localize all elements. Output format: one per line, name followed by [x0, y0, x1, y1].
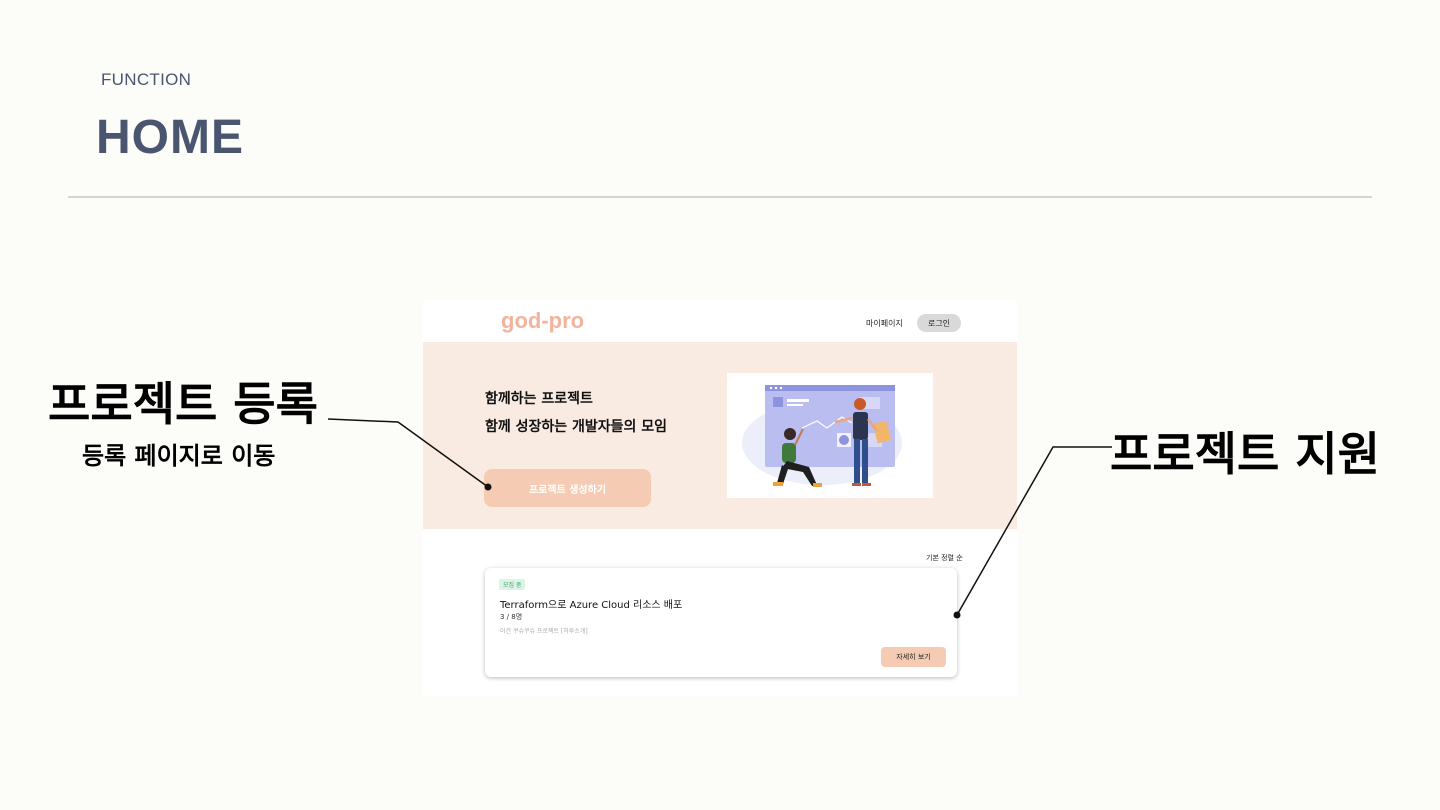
sort-dropdown[interactable]: 기본 정렬 순 — [926, 553, 963, 563]
annotation-apply-project: 프로젝트 지원 — [1110, 427, 1380, 481]
hero-tagline: 함께 성장하는 개발자들의 모임 — [485, 419, 668, 435]
app-mockup: god-pro 마이페이지 로그인 함께하는 프로젝트 함께 성장하는 개발자들… — [423, 300, 1017, 696]
create-project-button[interactable]: 프로젝트 생성하기 — [484, 469, 651, 507]
project-card[interactable]: 모집 중 Terraform으로 Azure Cloud 리소스 배포 3 / … — [485, 568, 957, 677]
project-description: 이건 쿠슈쿠슈 프로젝트 [하루소개] — [500, 628, 588, 635]
slide-subtitle: FUNCTION — [101, 70, 192, 89]
status-badge: 모집 중 — [499, 579, 526, 590]
hero-banner: 함께하는 프로젝트 함께 성장하는 개발자들의 모임 프로젝트 생성하기 — [423, 342, 1017, 529]
mockup-logo[interactable]: god-pro — [501, 308, 584, 334]
annotation-create-project-desc: 등록 페이지로 이동 — [82, 442, 276, 470]
slide-title: HOME — [96, 111, 244, 164]
hero-illustration — [727, 373, 933, 498]
view-details-button[interactable]: 자세히 보기 — [881, 647, 946, 667]
nav-mypage-link[interactable]: 마이페이지 — [866, 318, 903, 329]
project-title: Terraform으로 Azure Cloud 리소스 배포 — [500, 600, 683, 611]
hero-headline: 함께하는 프로젝트 — [485, 391, 593, 407]
nav-login-button[interactable]: 로그인 — [917, 314, 961, 332]
header-divider — [68, 196, 1372, 198]
mockup-navbar: god-pro 마이페이지 로그인 — [423, 300, 1017, 342]
member-count: 3 / 8명 — [500, 613, 523, 621]
annotation-create-project: 프로젝트 등록 — [48, 377, 318, 431]
